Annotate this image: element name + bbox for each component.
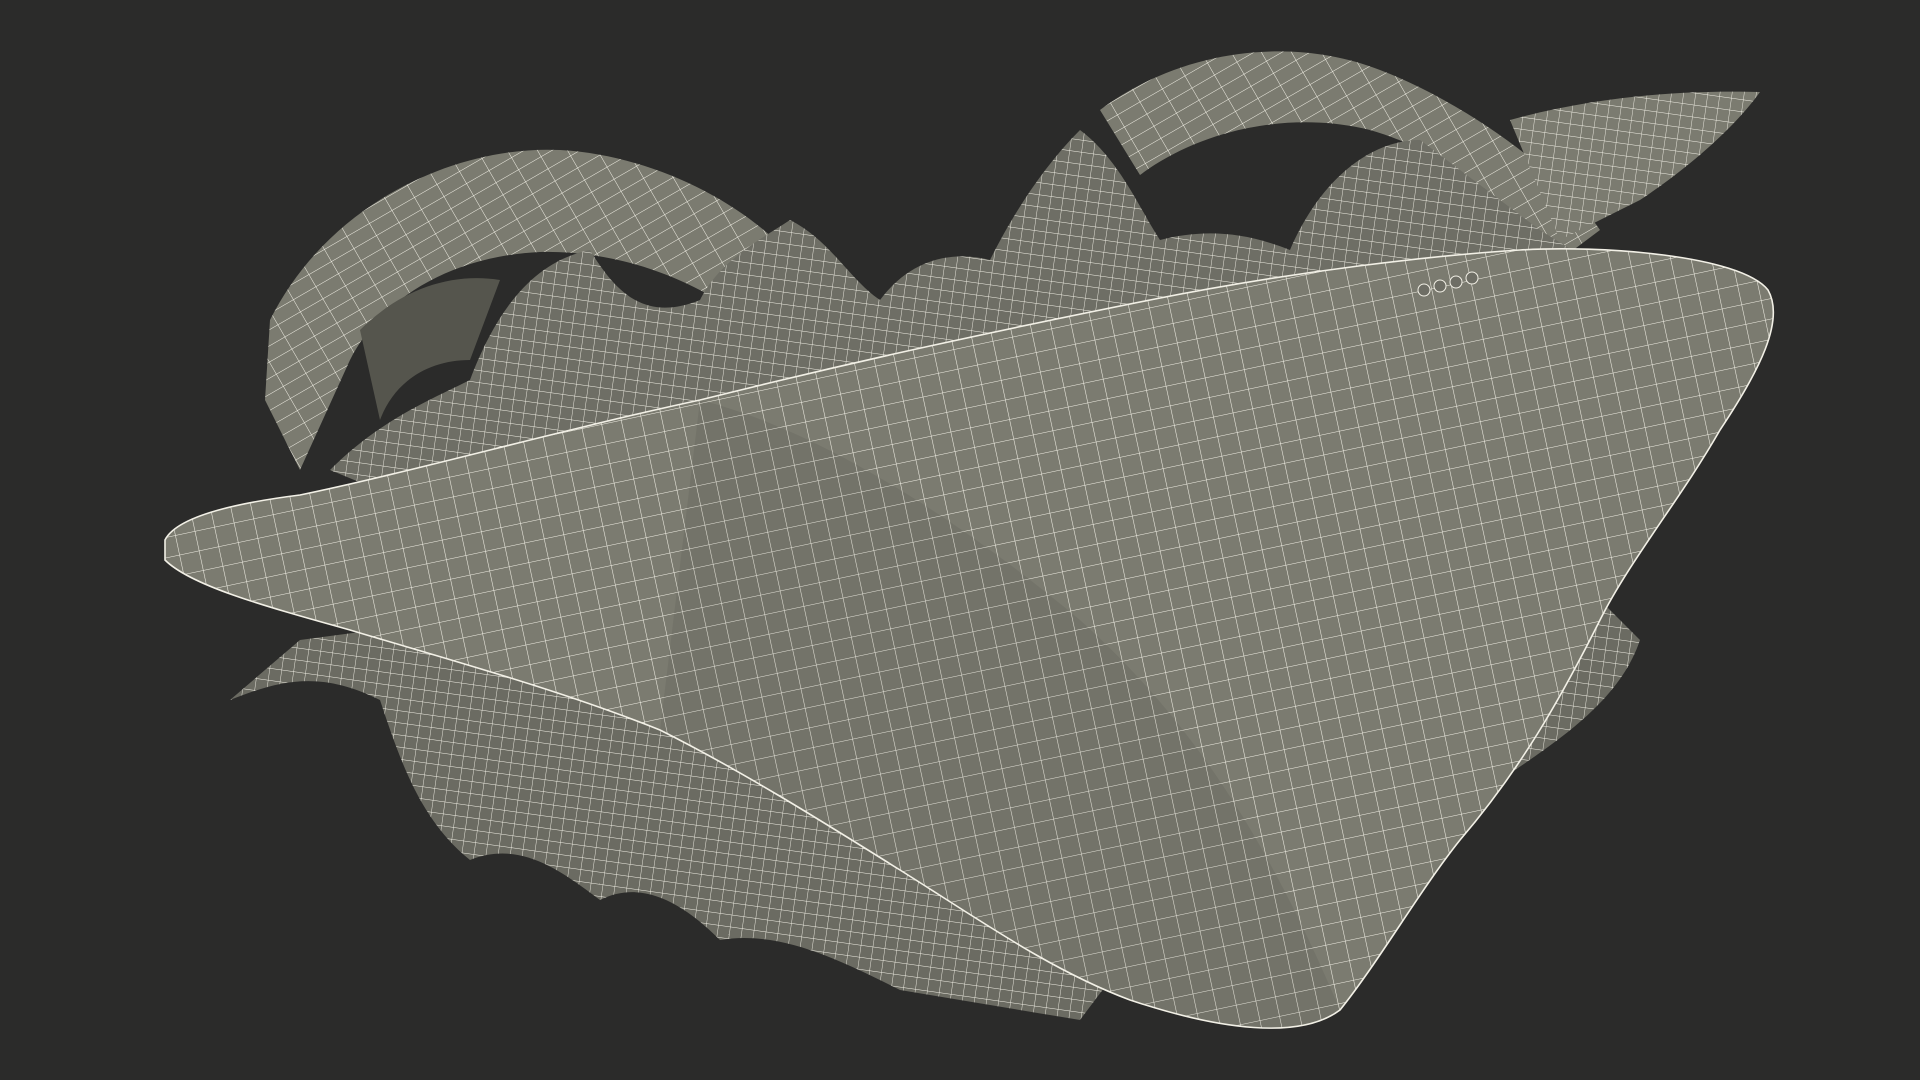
mesh-render <box>164 51 1775 1029</box>
3d-viewport[interactable] <box>0 0 1920 1080</box>
